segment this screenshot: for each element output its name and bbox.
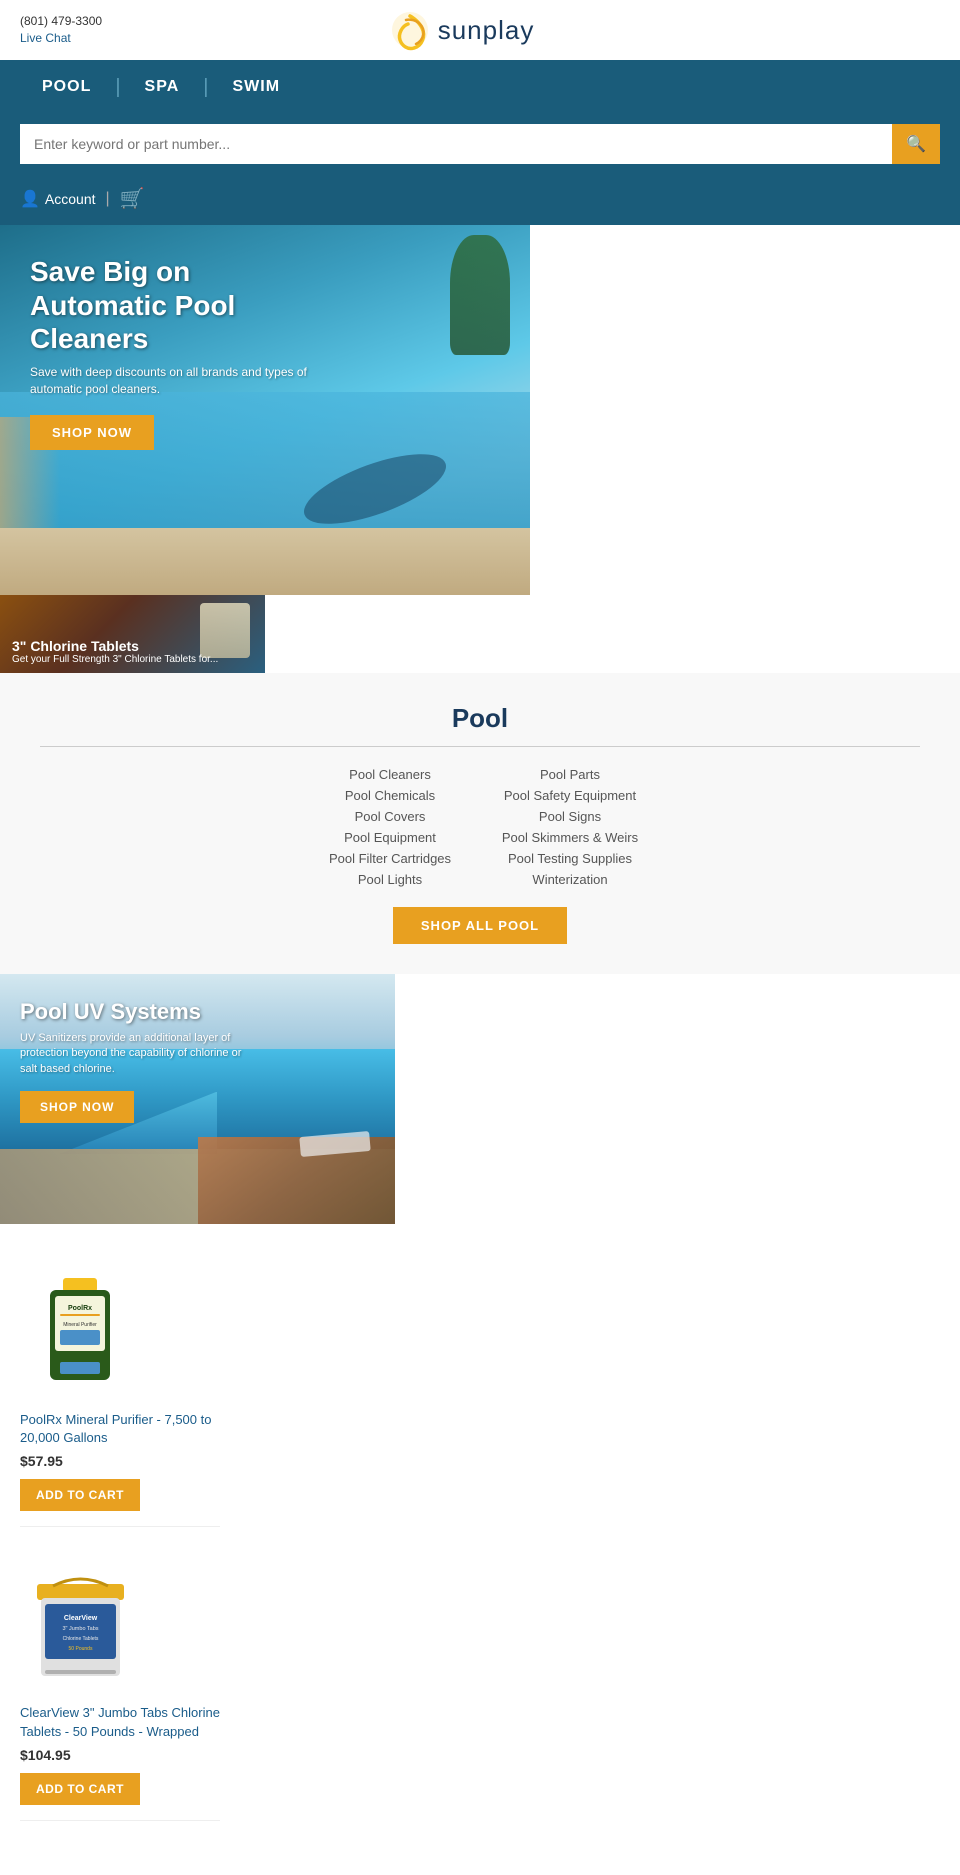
hero-content: Save Big on Automatic Pool Cleaners Save… (30, 255, 330, 450)
uv-cta-button[interactable]: SHOP NOW (20, 1091, 134, 1123)
cat-pool-filter-cartridges[interactable]: Pool Filter Cartridges (329, 851, 451, 866)
logo-icon (388, 8, 432, 52)
poolrx-image-svg: PoolRx Mineral Purifier (35, 1274, 125, 1394)
search-button[interactable]: 🔍 (892, 124, 940, 164)
cat-pool-lights[interactable]: Pool Lights (358, 872, 422, 887)
cat-pool-testing[interactable]: Pool Testing Supplies (508, 851, 632, 866)
account-cart-divider: | (106, 190, 110, 208)
cat-pool-skimmers[interactable]: Pool Skimmers & Weirs (502, 830, 638, 845)
user-icon: 👤 (20, 189, 40, 209)
add-to-cart-poolrx[interactable]: ADD TO CART (20, 1479, 140, 1511)
live-chat-link[interactable]: Live Chat (20, 30, 102, 47)
product-name-poolrx[interactable]: PoolRx Mineral Purifier - 7,500 to 20,00… (20, 1411, 220, 1447)
chlorine-subtitle: Get your Full Strength 3" Chlorine Table… (12, 654, 218, 665)
product-card-poolrx: PoolRx Mineral Purifier PoolRx Mineral P… (20, 1254, 220, 1527)
account-link[interactable]: 👤 Account (20, 189, 96, 209)
uv-content: Pool UV Systems UV Sanitizers provide an… (20, 999, 260, 1123)
main-nav: POOL | SPA | SWIM (0, 60, 960, 114)
chlorine-title: 3" Chlorine Tablets (12, 638, 218, 654)
nav-item-spa[interactable]: SPA (123, 60, 202, 114)
product-image-clearview: ClearView 3" Jumbo Tabs Chlorine Tablets… (20, 1562, 140, 1692)
product-price-poolrx: $57.95 (20, 1453, 63, 1469)
logo-area[interactable]: sunplay (388, 8, 535, 52)
cat-pool-covers[interactable]: Pool Covers (355, 809, 426, 824)
svg-text:50 Pounds: 50 Pounds (68, 1646, 92, 1652)
cat-pool-chemicals[interactable]: Pool Chemicals (345, 788, 435, 803)
cat-pool-signs[interactable]: Pool Signs (539, 809, 601, 824)
logo-text: sunplay (438, 15, 535, 46)
pool-categories: Pool Cleaners Pool Chemicals Pool Covers… (20, 767, 940, 887)
chlorine-text-area: 3" Chlorine Tablets Get your Full Streng… (12, 638, 218, 665)
cat-pool-cleaners[interactable]: Pool Cleaners (349, 767, 431, 782)
shop-all-pool-button[interactable]: SHOP ALL POOL (393, 907, 567, 944)
pool-section: Pool Pool Cleaners Pool Chemicals Pool C… (0, 673, 960, 974)
account-label: Account (45, 191, 96, 207)
hero-banner: Save Big on Automatic Pool Cleaners Save… (0, 225, 530, 595)
top-bar: (801) 479-3300 Live Chat sunplay (0, 0, 960, 60)
svg-text:Chlorine Tablets: Chlorine Tablets (62, 1636, 98, 1642)
cart-icon[interactable]: 🛒 (120, 186, 145, 211)
product-card-clearview: ClearView 3" Jumbo Tabs Chlorine Tablets… (20, 1547, 220, 1820)
product-image-poolrx: PoolRx Mineral Purifier (20, 1269, 140, 1399)
hero-cta-button[interactable]: SHOP NOW (30, 415, 154, 450)
add-to-cart-clearview[interactable]: ADD TO CART (20, 1773, 140, 1805)
products-section: PoolRx Mineral Purifier PoolRx Mineral P… (0, 1224, 960, 1851)
category-col-left: Pool Cleaners Pool Chemicals Pool Covers… (300, 767, 480, 887)
chlorine-banner[interactable]: 3" Chlorine Tablets Get your Full Streng… (0, 595, 265, 673)
uv-title: Pool UV Systems (20, 999, 260, 1025)
product-price-clearview: $104.95 (20, 1747, 71, 1763)
cat-pool-equipment[interactable]: Pool Equipment (344, 830, 436, 845)
nav-divider-2: | (201, 76, 210, 99)
category-col-right: Pool Parts Pool Safety Equipment Pool Si… (480, 767, 660, 887)
pool-section-title: Pool (20, 703, 940, 734)
nav-divider-1: | (113, 76, 122, 99)
hero-subtitle: Save with deep discounts on all brands a… (30, 364, 310, 398)
hero-plant (450, 235, 510, 355)
svg-text:ClearView: ClearView (63, 1615, 97, 1622)
svg-text:PoolRx: PoolRx (68, 1305, 92, 1312)
section-divider (40, 746, 920, 747)
clearview-image-svg: ClearView 3" Jumbo Tabs Chlorine Tablets… (33, 1570, 128, 1685)
svg-text:Mineral Purifier: Mineral Purifier (63, 1322, 97, 1328)
contact-info: (801) 479-3300 Live Chat (20, 13, 102, 47)
svg-text:3" Jumbo Tabs: 3" Jumbo Tabs (62, 1626, 98, 1632)
search-bar: 🔍 (0, 114, 960, 178)
account-bar: 👤 Account | 🛒 (0, 178, 960, 225)
product-name-clearview[interactable]: ClearView 3" Jumbo Tabs Chlorine Tablets… (20, 1704, 220, 1740)
hero-deck (0, 528, 530, 595)
nav-item-pool[interactable]: POOL (20, 60, 113, 114)
cat-winterization[interactable]: Winterization (532, 872, 607, 887)
uv-patio-left (0, 1149, 198, 1224)
cat-pool-parts[interactable]: Pool Parts (540, 767, 600, 782)
search-input[interactable] (20, 126, 892, 162)
uv-subtitle: UV Sanitizers provide an additional laye… (20, 1031, 260, 1077)
hero-title: Save Big on Automatic Pool Cleaners (30, 255, 330, 356)
search-container: 🔍 (20, 124, 940, 164)
cat-pool-safety[interactable]: Pool Safety Equipment (504, 788, 636, 803)
uv-banner: Pool UV Systems UV Sanitizers provide an… (0, 974, 395, 1224)
phone-number[interactable]: (801) 479-3300 (20, 13, 102, 30)
nav-item-swim[interactable]: SWIM (210, 60, 302, 114)
